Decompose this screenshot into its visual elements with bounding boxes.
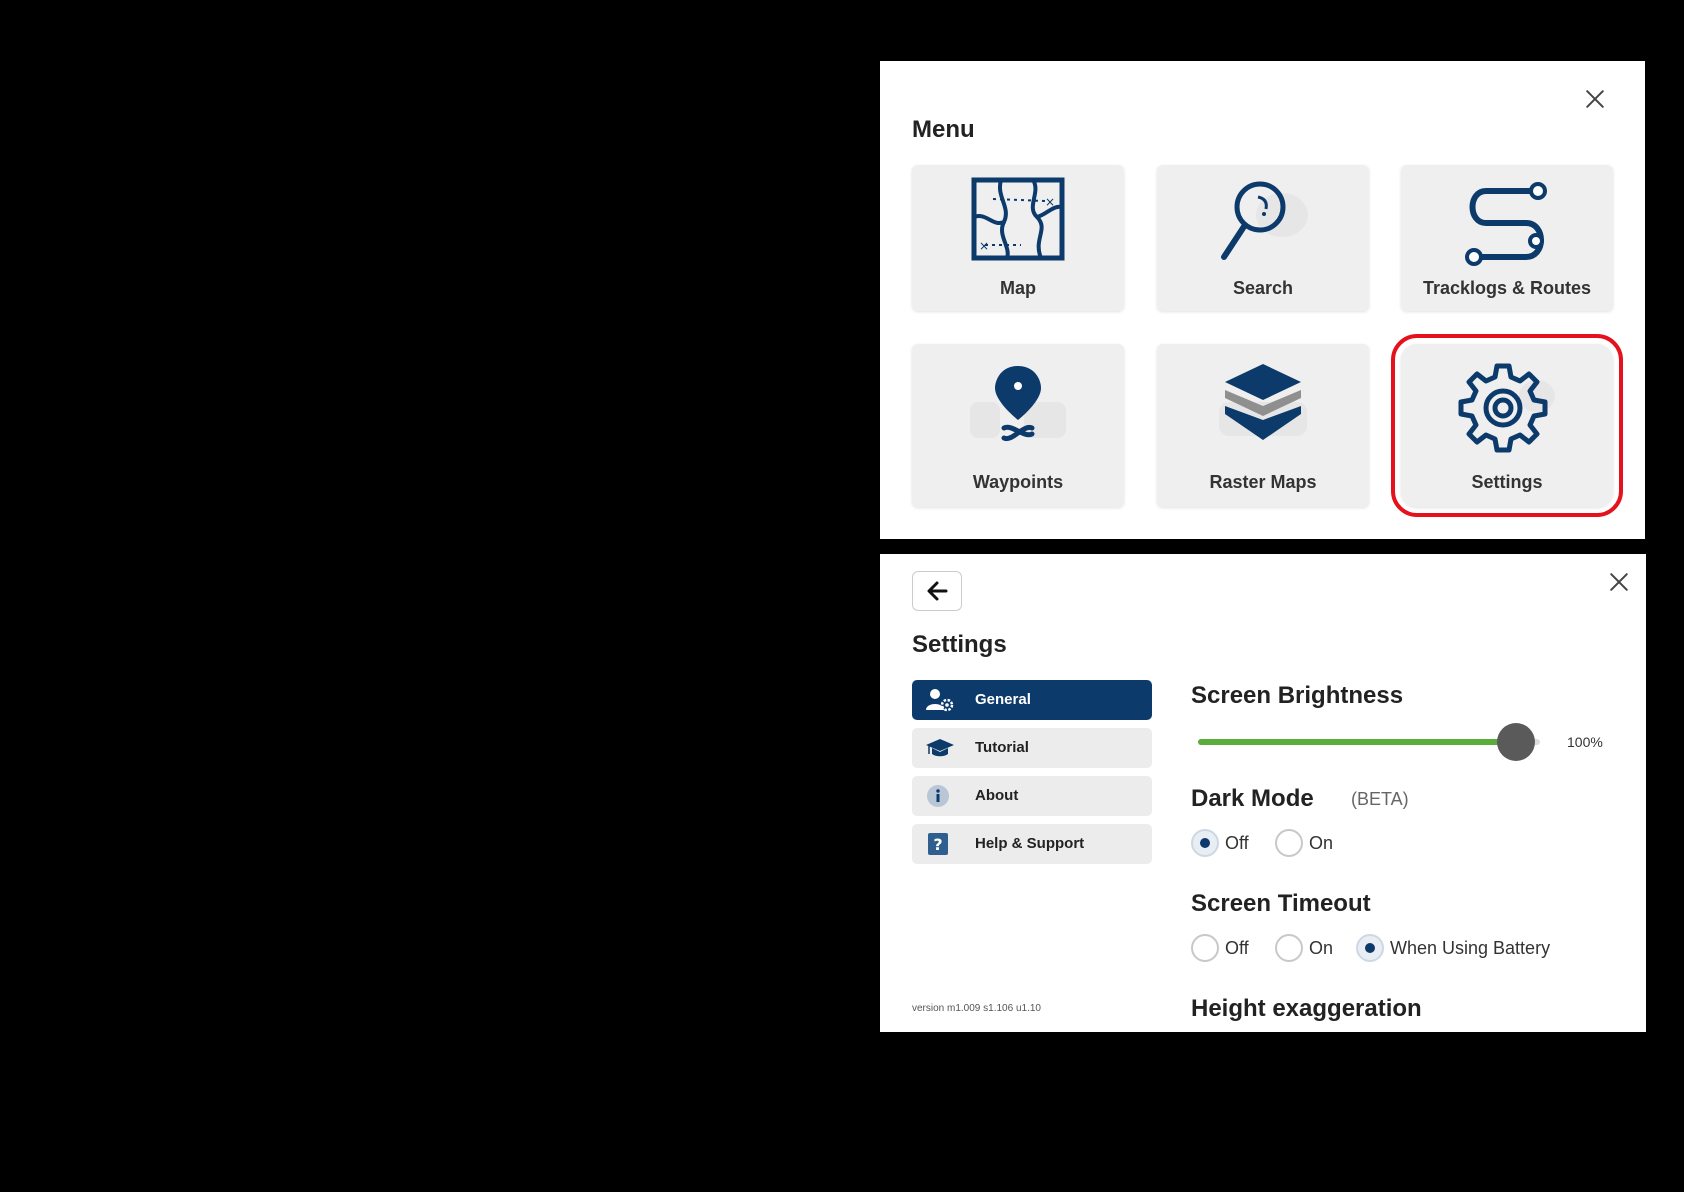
- radio-circle[interactable]: [1191, 829, 1219, 857]
- menu-tile-raster-maps[interactable]: Raster Maps: [1157, 344, 1369, 507]
- question-icon: ?: [928, 833, 948, 855]
- gear-icon: [1458, 363, 1555, 453]
- layers-icon: [1219, 364, 1307, 440]
- magnifier-icon: [1221, 181, 1308, 260]
- screen-timeout-title: Screen Timeout: [1191, 890, 1371, 917]
- radio-circle[interactable]: [1191, 934, 1219, 962]
- version-text: version m1.009 s1.106 u1.10: [912, 1003, 1041, 1014]
- svg-text:×: ×: [1045, 195, 1055, 209]
- back-button[interactable]: [912, 571, 962, 611]
- waypoint-pin-icon: [970, 366, 1066, 442]
- menu-tile-label: Map: [1000, 278, 1036, 298]
- dark-mode-on-radio[interactable]: On: [1275, 828, 1333, 858]
- radio-label: On: [1309, 937, 1334, 958]
- settings-title: Settings: [912, 631, 1007, 658]
- menu-tile-label: Search: [1232, 278, 1294, 298]
- menu-tile-label: Tracklogs & Routes: [1422, 278, 1592, 298]
- nav-item-tutorial[interactable]: Tutorial: [912, 728, 1152, 768]
- menu-close-icon[interactable]: [1580, 84, 1610, 114]
- menu-tile-waypoints[interactable]: Waypoints: [912, 344, 1124, 507]
- menu-tile-search[interactable]: Search: [1157, 165, 1369, 311]
- svg-text:×: ×: [979, 239, 989, 253]
- brightness-slider[interactable]: [1198, 723, 1540, 761]
- nav-item-label: Tutorial: [975, 739, 1029, 756]
- menu-tile-label: Raster Maps: [1209, 472, 1317, 492]
- dark-mode-off-radio[interactable]: Off: [1191, 828, 1249, 858]
- radio-circle[interactable]: [1356, 934, 1384, 962]
- nav-item-label: Help & Support: [975, 835, 1085, 852]
- dark-mode-title: Dark Mode: [1191, 785, 1314, 812]
- menu-title: Menu: [912, 116, 975, 143]
- user-gear-icon: [926, 689, 954, 712]
- graduation-cap-icon: [926, 739, 954, 757]
- info-icon: [927, 785, 949, 807]
- menu-tile-settings[interactable]: Settings: [1391, 334, 1623, 517]
- nav-item-label: General: [975, 691, 1031, 708]
- screen-brightness-title: Screen Brightness: [1191, 682, 1404, 709]
- menu-tile-label: Settings: [1471, 472, 1543, 492]
- arrow-left-icon: [927, 581, 948, 601]
- map-icon: × ×: [971, 177, 1065, 261]
- brightness-slider-fill: [1198, 739, 1513, 745]
- menu-tile-label: Waypoints: [972, 472, 1064, 492]
- nav-item-help-support[interactable]: ? Help & Support: [912, 824, 1152, 864]
- nav-item-general[interactable]: General: [912, 680, 1152, 720]
- radio-label: On: [1309, 832, 1334, 853]
- settings-close-icon[interactable]: [1604, 567, 1634, 597]
- radio-circle[interactable]: [1275, 934, 1303, 962]
- brightness-value: 100%: [1567, 734, 1603, 750]
- height-exaggeration-title: Height exaggeration: [1191, 995, 1422, 1022]
- menu-tile-map[interactable]: × × Map: [912, 165, 1124, 311]
- beta-badge: (BETA): [1351, 789, 1409, 809]
- nav-item-about[interactable]: About: [912, 776, 1152, 816]
- menu-panel: Menu × × Map Search Tracklogs & Routes W…: [880, 61, 1645, 539]
- route-icon: [1465, 182, 1547, 266]
- radio-label: When Using Battery: [1390, 937, 1551, 958]
- svg-text:?: ?: [933, 835, 942, 854]
- nav-item-label: About: [975, 787, 1019, 804]
- brightness-slider-thumb[interactable]: [1497, 723, 1536, 761]
- radio-label: Off: [1225, 937, 1249, 958]
- screen-timeout-battery-radio[interactable]: When Using Battery: [1356, 933, 1550, 963]
- screen-timeout-on-radio[interactable]: On: [1275, 933, 1333, 963]
- settings-panel: Settings General Tutorial About ? Help &…: [880, 554, 1646, 1032]
- menu-tile-tracklogs-routes[interactable]: Tracklogs & Routes: [1401, 165, 1613, 311]
- radio-label: Off: [1225, 832, 1249, 853]
- radio-circle[interactable]: [1275, 829, 1303, 857]
- screen-timeout-off-radio[interactable]: Off: [1191, 933, 1249, 963]
